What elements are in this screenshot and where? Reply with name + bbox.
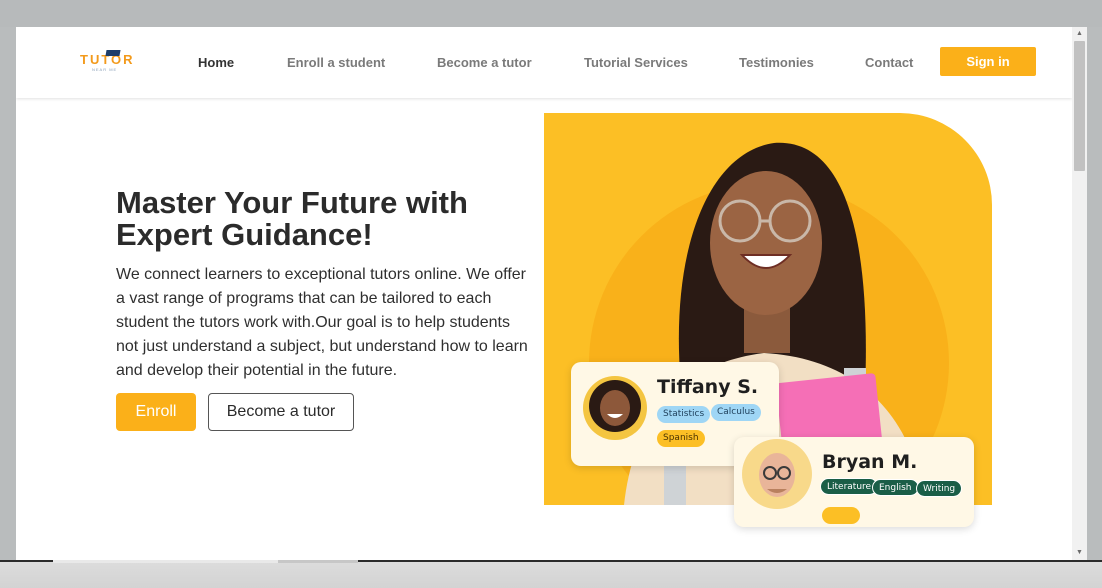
browser-bottom-band xyxy=(0,560,1102,588)
hero-title: Master Your Future with Expert Guidance! xyxy=(116,185,468,252)
subject-chip-partial xyxy=(822,507,860,524)
navbar: TUTOR NEAR ME Home Enroll a student Beco… xyxy=(16,27,1072,98)
logo-subtext: NEAR ME xyxy=(92,67,118,72)
hero-description: We connect learners to exceptional tutor… xyxy=(116,266,528,379)
subject-chip: Calculus xyxy=(711,404,761,421)
nav-testimonies[interactable]: Testimonies xyxy=(739,55,814,70)
nav-contact[interactable]: Contact xyxy=(865,55,913,70)
browser-top-band xyxy=(0,0,1102,27)
nav-home[interactable]: Home xyxy=(198,55,234,70)
subject-chip: Literature xyxy=(820,478,879,495)
bottom-strip xyxy=(53,560,278,563)
bottom-strip xyxy=(278,560,358,563)
avatar xyxy=(742,439,812,509)
vertical-scrollbar[interactable]: ▲ ▼ xyxy=(1072,27,1087,560)
scroll-up-arrow-icon[interactable]: ▲ xyxy=(1072,27,1087,41)
page-viewport: TUTOR NEAR ME Home Enroll a student Beco… xyxy=(16,27,1087,560)
sign-in-button[interactable]: Sign in xyxy=(940,47,1036,76)
become-tutor-button[interactable]: Become a tutor xyxy=(208,393,354,431)
subject-chip: Writing xyxy=(916,480,963,497)
nav-tutorial-services[interactable]: Tutorial Services xyxy=(584,55,688,70)
subject-chip: Spanish xyxy=(657,430,705,447)
nav-enroll-student[interactable]: Enroll a student xyxy=(287,55,385,70)
nav-become-tutor[interactable]: Become a tutor xyxy=(437,55,532,70)
subject-chip: English xyxy=(872,479,919,496)
logo[interactable]: TUTOR NEAR ME xyxy=(80,50,144,75)
tutor-name: Bryan M. xyxy=(822,451,918,473)
avatar xyxy=(583,376,647,440)
scroll-down-arrow-icon[interactable]: ▼ xyxy=(1072,546,1087,560)
subject-chip: Statistics xyxy=(657,406,711,423)
tutor-card-bryan: Bryan M. Literature English Writing xyxy=(734,437,974,527)
graduation-cap-icon xyxy=(105,50,121,56)
enroll-button[interactable]: Enroll xyxy=(116,393,196,431)
scroll-thumb[interactable] xyxy=(1074,41,1085,171)
tutor-name: Tiffany S. xyxy=(657,376,759,398)
